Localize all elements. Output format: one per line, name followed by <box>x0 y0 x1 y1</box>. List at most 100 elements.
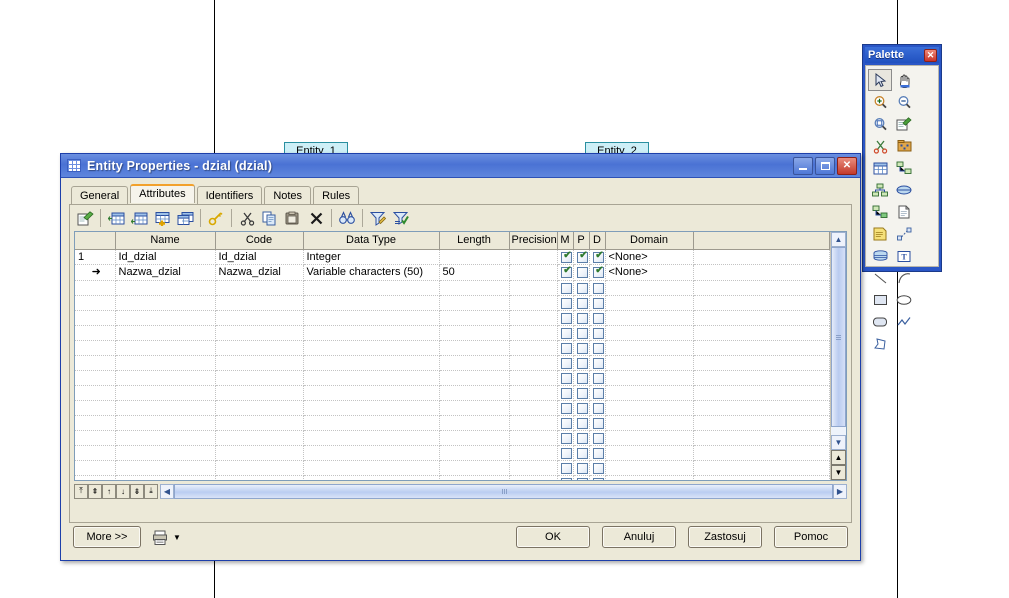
cell-datatype[interactable]: Integer <box>303 249 440 265</box>
cell-precision[interactable] <box>509 385 558 401</box>
checkbox-m-icon[interactable] <box>561 447 572 459</box>
checkbox-m-icon[interactable] <box>561 265 572 279</box>
cell-length[interactable] <box>439 460 510 476</box>
cell-length[interactable] <box>439 295 510 311</box>
cell-datatype[interactable] <box>303 385 440 401</box>
cell-checkbox-m[interactable] <box>557 295 574 311</box>
cell-precision[interactable] <box>509 400 558 416</box>
cell-name[interactable] <box>115 400 216 416</box>
cell-checkbox-m[interactable] <box>557 310 574 326</box>
scroll-down-button[interactable]: ▼ <box>831 435 846 450</box>
cell-name[interactable]: Nazwa_dzial <box>115 264 216 281</box>
palette-window[interactable]: Palette ✕ T <box>862 44 942 350</box>
grid-vertical-scrollbar[interactable]: ▲ ▼ ▲ ▼ <box>830 232 846 480</box>
cell-name[interactable] <box>115 445 216 461</box>
cell-checkbox-d[interactable] <box>589 325 606 341</box>
cell-checkbox-p[interactable] <box>573 400 590 416</box>
column-header-num[interactable] <box>75 232 116 250</box>
cell-checkbox-m[interactable] <box>557 430 574 446</box>
checkbox-d-icon[interactable] <box>593 387 604 399</box>
checkbox-m-icon[interactable] <box>561 297 572 309</box>
cell-precision[interactable] <box>509 325 558 341</box>
cancel-button[interactable]: Anuluj <box>602 526 676 548</box>
cell-domain[interactable] <box>605 370 694 386</box>
palette-file-tool[interactable] <box>892 201 916 223</box>
cell-code[interactable] <box>215 415 304 431</box>
checkbox-p-icon[interactable] <box>577 297 588 309</box>
cell-name[interactable] <box>115 475 216 480</box>
cell-length[interactable]: 50 <box>439 264 510 281</box>
checkbox-d-icon[interactable] <box>593 297 604 309</box>
cell-precision[interactable] <box>509 310 558 326</box>
cell-domain[interactable]: <None> <box>605 264 694 281</box>
paste-button[interactable] <box>282 207 304 229</box>
checkbox-p-icon[interactable] <box>577 372 588 384</box>
checkbox-m-icon[interactable] <box>561 342 572 354</box>
checkbox-m-icon[interactable] <box>561 477 572 480</box>
checkbox-d-icon[interactable] <box>593 432 604 444</box>
cell-datatype[interactable] <box>303 430 440 446</box>
cell-checkbox-m[interactable] <box>557 264 574 281</box>
checkbox-m-icon[interactable] <box>561 387 572 399</box>
cell-datatype[interactable] <box>303 370 440 386</box>
cell-code[interactable] <box>215 325 304 341</box>
checkbox-d-icon[interactable] <box>593 417 604 429</box>
dialog-minimize-button[interactable] <box>793 156 813 175</box>
cell-code[interactable] <box>215 340 304 356</box>
row-header-cell[interactable] <box>75 355 116 371</box>
checkbox-p-icon[interactable] <box>577 312 588 324</box>
cell-checkbox-p[interactable] <box>573 295 590 311</box>
column-header-mandatory[interactable]: M <box>557 232 574 250</box>
cell-checkbox-d[interactable] <box>589 295 606 311</box>
checkbox-p-icon[interactable] <box>577 387 588 399</box>
table-row[interactable] <box>75 370 830 386</box>
row-header-cell[interactable] <box>75 370 116 386</box>
column-header-domain[interactable]: Domain <box>605 232 694 250</box>
checkbox-p-icon[interactable] <box>577 282 588 294</box>
cell-checkbox-d[interactable] <box>589 340 606 356</box>
row-header-cell[interactable]: ➜ <box>75 264 116 281</box>
cell-datatype[interactable] <box>303 355 440 371</box>
cell-datatype[interactable] <box>303 475 440 480</box>
checkbox-d-icon[interactable] <box>593 477 604 480</box>
cell-precision[interactable] <box>509 295 558 311</box>
row-header-cell[interactable] <box>75 460 116 476</box>
cell-checkbox-d[interactable] <box>589 264 606 281</box>
checkbox-d-icon[interactable] <box>593 282 604 294</box>
column-header-length[interactable]: Length <box>439 232 510 250</box>
move-down-button[interactable]: ↓ <box>116 483 130 499</box>
copy-button[interactable] <box>259 207 281 229</box>
cell-datatype[interactable] <box>303 340 440 356</box>
cell-length[interactable] <box>439 385 510 401</box>
cell-datatype[interactable] <box>303 400 440 416</box>
cell-domain[interactable] <box>605 445 694 461</box>
cell-length[interactable] <box>439 280 510 296</box>
palette-link-tool[interactable] <box>868 201 892 223</box>
cell-name[interactable] <box>115 325 216 341</box>
cell-precision[interactable] <box>509 280 558 296</box>
cell-checkbox-p[interactable] <box>573 340 590 356</box>
palette-zoom-in-tool[interactable] <box>868 91 892 113</box>
cell-precision[interactable] <box>509 460 558 476</box>
cell-checkbox-p[interactable] <box>573 264 590 281</box>
checkbox-p-icon[interactable] <box>577 462 588 474</box>
row-header-cell[interactable] <box>75 430 116 446</box>
palette-pointer-tool[interactable] <box>868 69 892 91</box>
cell-length[interactable] <box>439 340 510 356</box>
row-header-cell[interactable] <box>75 385 116 401</box>
cell-datatype[interactable] <box>303 445 440 461</box>
palette-titlebar[interactable]: Palette ✕ <box>865 47 939 63</box>
checkbox-d-icon[interactable] <box>593 342 604 354</box>
checkbox-d-icon[interactable] <box>593 402 604 414</box>
scroll-left-button[interactable]: ◀ <box>160 483 174 499</box>
row-header-cell[interactable] <box>75 400 116 416</box>
cell-code[interactable] <box>215 460 304 476</box>
cell-name[interactable] <box>115 310 216 326</box>
table-row[interactable]: ➜ Nazwa_dzial Nazwa_dzial Variable characte… <box>75 264 830 281</box>
palette-rectangle-tool[interactable] <box>868 289 892 311</box>
cell-precision[interactable] <box>509 430 558 446</box>
table-row[interactable] <box>75 415 830 431</box>
column-header-primary[interactable]: P <box>573 232 590 250</box>
checkbox-d-icon[interactable] <box>593 265 604 279</box>
checkbox-p-icon[interactable] <box>577 342 588 354</box>
